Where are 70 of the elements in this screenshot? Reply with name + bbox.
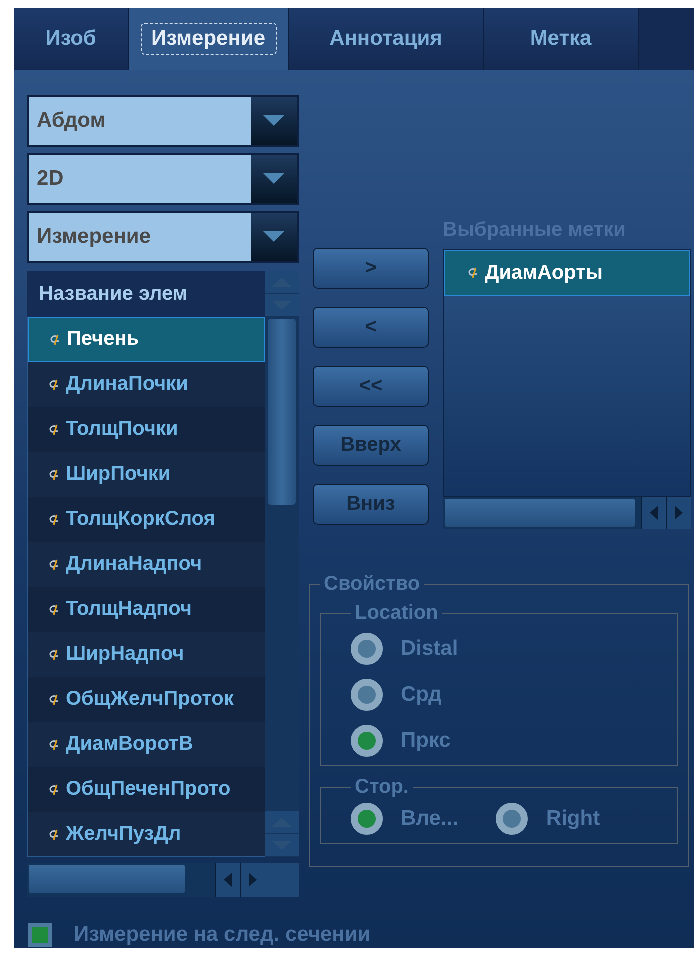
list-item[interactable]: ШирПочки xyxy=(28,452,265,497)
caret-down-icon xyxy=(263,231,285,243)
scrollbar-thumb[interactable] xyxy=(445,499,635,527)
list-item[interactable]: ТолщПочки xyxy=(28,407,265,452)
dropdown-button[interactable] xyxy=(251,213,297,261)
caret-down-icon xyxy=(263,173,285,185)
dropdown-button[interactable] xyxy=(251,97,297,145)
radio-label: Distal xyxy=(401,637,458,661)
caliper-icon xyxy=(48,648,60,660)
dropdown-value: 2D xyxy=(36,166,65,192)
list-item[interactable]: ЖелчПузДл xyxy=(28,812,265,856)
caliper-icon xyxy=(467,267,479,279)
list-item[interactable]: ОбщПеченПрото xyxy=(28,767,265,812)
list-item[interactable]: ШирНадпоч xyxy=(28,632,265,677)
group-title: Свойство xyxy=(323,573,422,596)
dropdown[interactable]: Абдом xyxy=(27,95,299,147)
radio-label: Right xyxy=(546,807,600,831)
scroll-left-button[interactable] xyxy=(641,497,666,529)
caliper-icon xyxy=(48,468,60,480)
dropdown-value: Измерение xyxy=(36,224,152,250)
group-title: Location xyxy=(354,602,440,625)
triangle-left-icon xyxy=(224,873,232,887)
radio-label: Срд xyxy=(401,683,442,707)
list-item[interactable]: ДиамАорты xyxy=(444,250,690,296)
dropdown[interactable]: Измерение xyxy=(27,211,299,263)
tab[interactable]: Изоб xyxy=(14,8,129,70)
caliper-icon xyxy=(48,738,60,750)
caliper-icon xyxy=(48,604,60,616)
scroll-down-button[interactable] xyxy=(265,834,299,857)
scroll-left-button[interactable] xyxy=(215,863,240,897)
list-item[interactable]: ДиамВоротВ xyxy=(28,722,265,767)
caliper-icon xyxy=(48,828,60,840)
scrollbar-corner xyxy=(265,863,299,897)
triangle-left-icon xyxy=(650,506,658,520)
list-item[interactable]: ДлинаНадпоч xyxy=(28,542,265,587)
radio-label: Пркс xyxy=(401,729,451,753)
tab[interactable]: Метка xyxy=(484,8,639,70)
tab-bar-background xyxy=(639,8,694,70)
caliper-icon xyxy=(48,514,60,526)
triangle-right-icon xyxy=(675,506,683,520)
column-header: Название элем xyxy=(27,271,265,317)
caliper-icon xyxy=(48,424,60,436)
scrollbar-thumb[interactable] xyxy=(29,865,185,893)
dropdown[interactable]: 2D xyxy=(27,153,299,205)
scrollbar-thumb[interactable] xyxy=(268,319,296,505)
scroll-up-button[interactable] xyxy=(265,271,299,294)
list-item[interactable]: Печень xyxy=(28,317,265,362)
list-item[interactable]: ОбщЖелчПроток xyxy=(28,677,265,722)
caliper-icon xyxy=(48,558,60,570)
list-item[interactable]: ДлинаПочки xyxy=(28,362,265,407)
scroll-right-button[interactable] xyxy=(666,497,691,529)
group-title: Стор. xyxy=(354,776,410,799)
scroll-up-button[interactable] xyxy=(265,811,299,834)
dropdown-button[interactable] xyxy=(251,155,297,203)
caliper-icon xyxy=(48,694,60,706)
tab[interactable]: Аннотация xyxy=(289,8,484,70)
caliper-icon xyxy=(48,784,60,796)
checkbox[interactable] xyxy=(28,923,52,947)
tab[interactable]: Измерение xyxy=(129,8,289,70)
caliper-icon xyxy=(49,334,61,346)
list-item[interactable]: ТолщКоркСлоя xyxy=(28,497,265,542)
caliper-icon xyxy=(48,378,60,390)
radio-label: Вле... xyxy=(401,807,458,831)
checkbox-label: Измерение на след. сечении xyxy=(74,923,371,947)
dropdown-value: Абдом xyxy=(36,108,107,134)
scroll-right-button[interactable] xyxy=(240,863,265,897)
caret-down-icon xyxy=(263,115,285,127)
scroll-down-button[interactable] xyxy=(265,294,299,317)
list-item[interactable]: ТолщНадпоч xyxy=(28,587,265,632)
triangle-right-icon xyxy=(249,873,257,887)
